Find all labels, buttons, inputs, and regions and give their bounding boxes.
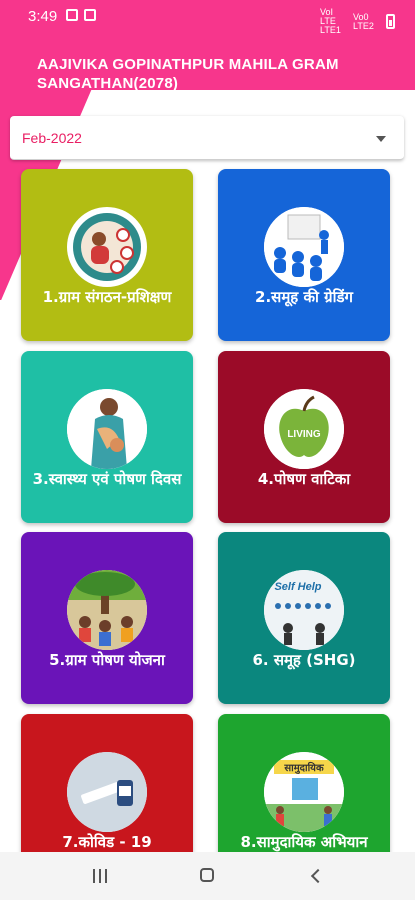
- apple-icon: LIVING: [264, 389, 344, 469]
- month-dropdown[interactable]: Feb-2022: [10, 116, 404, 160]
- presentation-icon: [264, 207, 344, 287]
- village-meeting-icon: [67, 570, 147, 650]
- tile-shg[interactable]: Self Help 6. समूह (SHG): [218, 532, 390, 704]
- recents-button[interactable]: [93, 869, 107, 883]
- community-icon: सामुदायिक: [264, 752, 344, 832]
- tile-group-grading[interactable]: 2.समूह की ग्रेडिंग: [218, 169, 390, 341]
- tile-village-nutrition-plan[interactable]: 5.ग्राम पोषण योजना: [21, 532, 193, 704]
- chevron-down-icon: [376, 136, 386, 142]
- tile-label: 2.समूह की ग्रेडिंग: [255, 288, 353, 306]
- vaccine-icon: [67, 752, 147, 832]
- tile-label: 3.स्वास्थ्य एवं पोषण दिवस: [32, 470, 182, 488]
- page-title: AAJIVIKA GOPINATHPUR MAHILA GRAM SANGATH…: [37, 56, 339, 92]
- gallery-notification-icon: [66, 9, 78, 21]
- tile-label: 4.पोषण वाटिका: [257, 470, 351, 488]
- tile-label: 8.सामुदायिक अभियान: [240, 833, 368, 851]
- back-button[interactable]: [310, 868, 326, 884]
- self-help-text: Self Help: [274, 581, 321, 593]
- tile-health-nutrition-day[interactable]: 3.स्वास्थ्य एवं पोषण दिवस: [21, 351, 193, 523]
- month-dropdown-value: Feb-2022: [22, 130, 82, 146]
- network-2-label: Vo0 LTE2: [353, 11, 374, 31]
- living-text: LIVING: [287, 429, 321, 440]
- app-notification-icon: [84, 9, 96, 21]
- home-button[interactable]: [200, 868, 214, 882]
- tile-village-training[interactable]: 1.ग्राम संगठन-प्रशिक्षण: [21, 169, 193, 341]
- tile-label: 6. समूह (SHG): [252, 651, 356, 669]
- system-nav-bar: [0, 852, 415, 900]
- battery-icon: [386, 14, 395, 29]
- training-icon: [67, 207, 147, 287]
- tile-label: 7.कोविड - 19: [62, 833, 152, 851]
- tile-label: 1.ग्राम संगठन-प्रशिक्षण: [42, 288, 172, 306]
- tile-label: 5.ग्राम पोषण योजना: [49, 651, 165, 669]
- self-help-icon: Self Help: [264, 570, 344, 650]
- status-time: 3:49: [28, 8, 58, 25]
- network-1-label: VoI LTE LTE1: [320, 7, 341, 35]
- status-bar: 3:49 VoI LTE LTE1 Vo0 LTE2: [0, 0, 415, 35]
- tile-nutrition-garden[interactable]: LIVING 4.पोषण वाटिका: [218, 351, 390, 523]
- community-banner-text: सामुदायिक: [283, 761, 325, 774]
- mother-child-icon: [67, 389, 147, 469]
